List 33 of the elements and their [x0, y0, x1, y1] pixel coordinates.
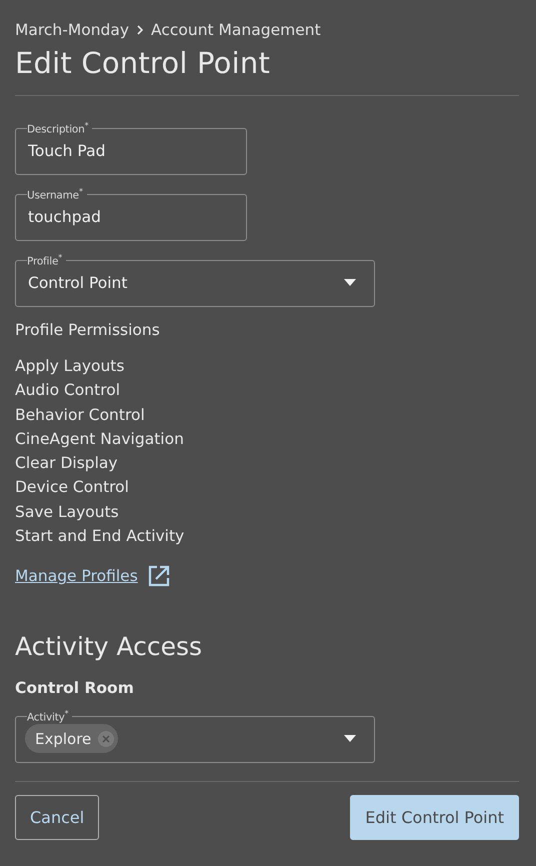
permission-item: Apply Layouts	[15, 356, 126, 377]
field-label: Username$^{*}$	[27, 187, 84, 202]
text-field[interactable]: Description$^{*}$ Touch Pad	[15, 121, 247, 175]
permission-item: CineAgent Navigation	[15, 428, 185, 450]
field-label: Activity$^{*}$	[27, 709, 70, 724]
section-label: Profile Permissions	[15, 320, 161, 340]
breadcrumb-link[interactable]: Account Management	[151, 21, 321, 39]
external-link-icon[interactable]	[148, 565, 170, 588]
permission-item: Behavior Control	[15, 404, 146, 426]
multi-select-field[interactable]: Activity$^{*}$ Explore	[15, 709, 375, 764]
select-value: Control Point	[28, 274, 128, 292]
input-value[interactable]: touchpad	[28, 208, 228, 226]
activity-chip[interactable]: Explore	[25, 724, 118, 754]
subsection-title: Control Room	[15, 679, 135, 698]
permission-item: Start and End Activity	[15, 526, 186, 548]
breadcrumb-separator-icon	[137, 25, 144, 35]
permission-item: Device Control	[15, 477, 130, 498]
manage-profiles-link[interactable]: Manage Profiles	[15, 567, 138, 586]
field-label: Description$^{*}$	[27, 121, 90, 136]
permission-item: Save Layouts	[15, 502, 120, 523]
input-value[interactable]: Touch Pad	[28, 142, 228, 160]
cancel-button[interactable]: Cancel	[15, 795, 100, 840]
page-title: Edit Control Point	[15, 45, 272, 82]
text-field[interactable]: Username$^{*}$ touchpad	[15, 187, 247, 241]
permission-item: Clear Display	[15, 453, 119, 474]
submit-button[interactable]: Edit Control Point	[350, 795, 519, 840]
field-label: Profile$^{*}$	[27, 253, 64, 268]
permission-item: Audio Control	[15, 380, 122, 402]
caret-icon	[344, 735, 356, 742]
caret-icon	[344, 279, 356, 286]
select-field[interactable]: Profile$^{*}$ Control Point	[15, 253, 375, 307]
section-title: Activity Access	[15, 631, 204, 664]
breadcrumb-link[interactable]: March-Monday	[15, 21, 130, 39]
